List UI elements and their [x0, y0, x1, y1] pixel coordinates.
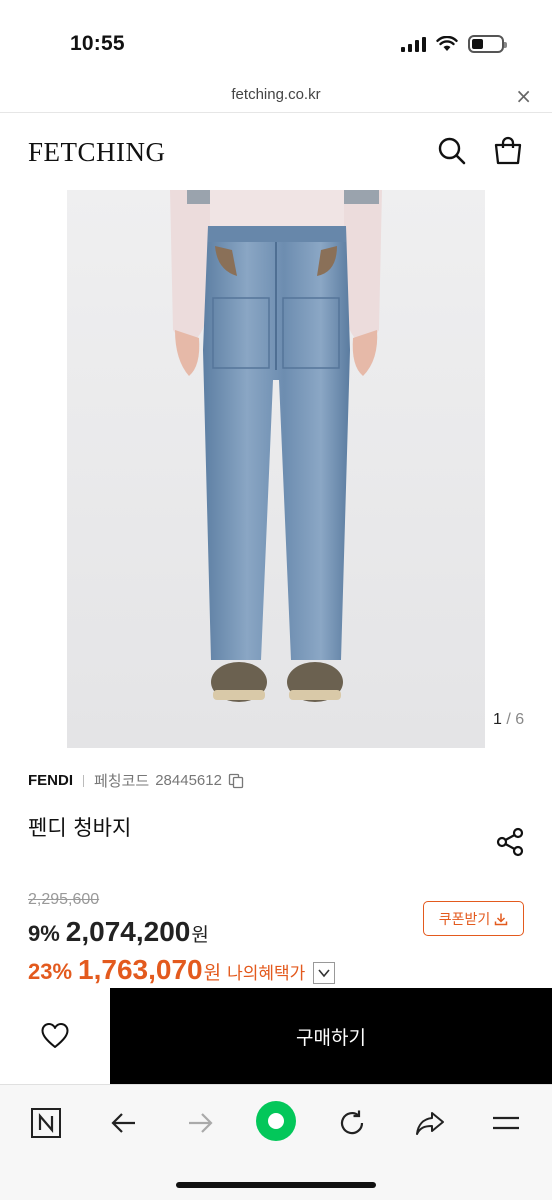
buy-button[interactable]: 구매하기 [110, 988, 552, 1084]
wishlist-button[interactable] [0, 988, 110, 1084]
share-page-button[interactable] [410, 1103, 450, 1143]
jeans-photo [67, 190, 485, 748]
shopping-bag-icon [494, 136, 522, 165]
product-code: 28445612 [155, 772, 222, 789]
battery-icon [468, 35, 507, 53]
naver-home-button[interactable] [26, 1103, 66, 1143]
arrow-left-icon [111, 1113, 135, 1133]
naver-n-icon [31, 1108, 61, 1138]
brand-row: FENDI 페칭코드 28445612 [28, 770, 244, 791]
image-current: 1 [493, 711, 502, 728]
search-icon [438, 137, 466, 165]
home-indicator [176, 1182, 376, 1188]
currency-label: 원 [191, 925, 209, 946]
status-time: 10:55 [70, 32, 125, 55]
discount-price-row: 9% 2,074,200 원 [28, 916, 209, 948]
download-icon [495, 913, 508, 925]
back-button[interactable] [104, 1103, 144, 1143]
product-image[interactable] [67, 190, 485, 748]
wifi-icon [436, 36, 458, 51]
close-icon[interactable]: × [515, 84, 532, 108]
forward-button[interactable] [180, 1103, 220, 1143]
coupon-label: 쿠폰받기 [438, 911, 491, 928]
product-code-label: 페칭코드 [94, 773, 150, 790]
benefit-price: 1,763,070 [78, 954, 203, 985]
refresh-button[interactable] [332, 1103, 372, 1143]
green-dot-button[interactable] [254, 1099, 298, 1143]
discount-percent: 9% [28, 921, 60, 946]
benefit-price-row: 23% 1,763,070 원 나의혜택가 [28, 954, 336, 986]
url-bar: fetching.co.kr × [0, 80, 552, 113]
refresh-icon [340, 1110, 364, 1135]
product-title: 펜디 청바지 [28, 816, 132, 840]
image-total: 6 [515, 711, 525, 728]
benefit-toggle-button[interactable] [313, 962, 336, 984]
green-dot-icon [256, 1101, 296, 1141]
signal-icon [401, 36, 426, 52]
share-button[interactable] [494, 826, 526, 858]
original-price: 2,295,600 [28, 891, 100, 908]
status-bar: 10:55 [0, 0, 552, 80]
purchase-bar: 구매하기 [0, 988, 552, 1084]
image-separator: / [506, 711, 511, 728]
benefit-percent: 23% [28, 959, 73, 984]
benefit-label: 나의혜택가 [227, 964, 306, 984]
share-arrow-icon [416, 1112, 444, 1135]
site-logo[interactable]: FETCHING [28, 137, 166, 168]
status-icons [401, 35, 507, 53]
benefit-currency: 원 [203, 963, 222, 984]
site-header: FETCHING [0, 113, 552, 190]
coupon-button[interactable]: 쿠폰받기 [423, 901, 524, 936]
url-text[interactable]: fetching.co.kr [0, 86, 552, 103]
arrow-right-icon [189, 1113, 213, 1133]
chevron-down-icon [318, 969, 330, 978]
shopping-bag-button[interactable] [492, 135, 524, 167]
copy-icon[interactable] [228, 773, 244, 789]
share-icon [496, 827, 524, 857]
hamburger-menu-icon [493, 1116, 519, 1130]
search-button[interactable] [436, 135, 468, 167]
discount-price: 2,074,200 [65, 916, 191, 947]
image-counter: 1 / 6 [493, 711, 524, 729]
heart-icon [41, 1023, 69, 1048]
menu-button[interactable] [486, 1103, 526, 1143]
divider [83, 774, 84, 787]
brand-name[interactable]: FENDI [28, 772, 73, 789]
